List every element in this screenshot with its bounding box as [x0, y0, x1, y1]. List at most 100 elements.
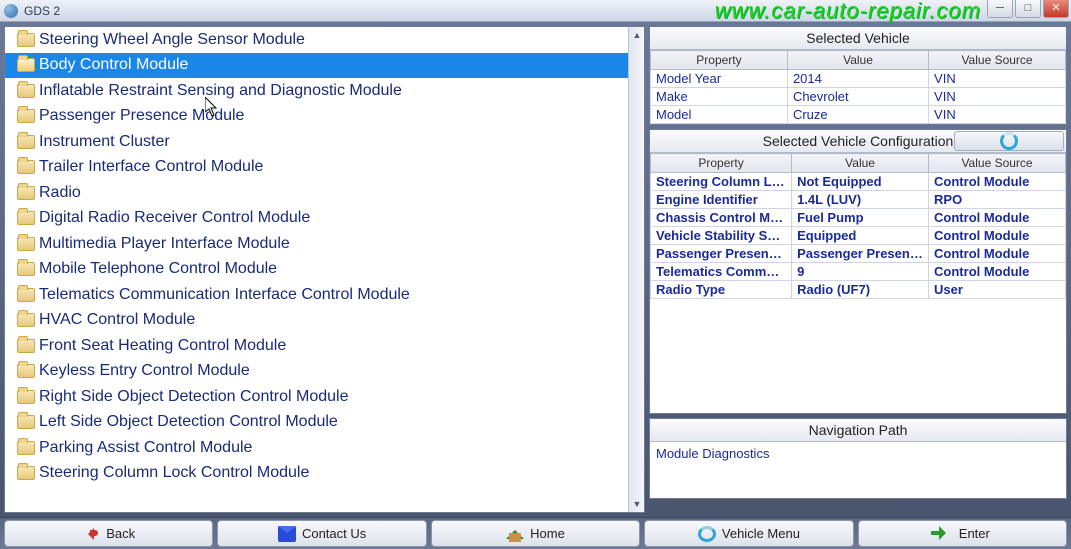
cell-property: Make — [651, 88, 788, 106]
back-button[interactable]: Back — [4, 520, 213, 547]
vertical-scrollbar[interactable]: ▲ ▼ — [628, 27, 644, 512]
table-row[interactable]: Engine Identifier1.4L (LUV)RPO — [651, 191, 1066, 209]
module-item[interactable]: Body Control Module — [5, 53, 628, 79]
table-row[interactable]: Steering Column Lo...Not EquippedControl… — [651, 173, 1066, 191]
table-row[interactable]: Model Year2014VIN — [651, 70, 1066, 88]
table-row[interactable]: ModelCruzeVIN — [651, 106, 1066, 124]
folder-icon — [17, 415, 35, 429]
table-row[interactable]: Passenger Presenc...Passenger Presenc...… — [651, 245, 1066, 263]
watermark-text: www.car-auto-repair.com — [715, 0, 981, 24]
module-label: Parking Assist Control Module — [39, 439, 252, 457]
contact-us-button[interactable]: Contact Us — [217, 520, 426, 547]
module-item[interactable]: Multimedia Player Interface Module — [5, 231, 628, 257]
module-item[interactable]: Telematics Communication Interface Contr… — [5, 282, 628, 308]
table-row[interactable]: MakeChevroletVIN — [651, 88, 1066, 106]
navigation-header: Navigation Path — [650, 419, 1066, 442]
cell-value: 9 — [792, 263, 929, 281]
module-label: HVAC Control Module — [39, 311, 195, 329]
cell-property: Steering Column Lo... — [651, 173, 792, 191]
back-label: Back — [106, 526, 135, 541]
module-item[interactable]: Inflatable Restraint Sensing and Diagnos… — [5, 78, 628, 104]
enter-button[interactable]: Enter — [858, 520, 1067, 547]
cell-source: Control Module — [929, 209, 1066, 227]
minimize-button[interactable]: ─ — [987, 0, 1013, 18]
cell-value: Fuel Pump — [792, 209, 929, 227]
refresh-icon — [1000, 132, 1018, 150]
module-item[interactable]: Keyless Entry Control Module — [5, 359, 628, 385]
module-label: Steering Column Lock Control Module — [39, 464, 309, 482]
cell-property: Vehicle Stability Sys... — [651, 227, 792, 245]
module-label: Steering Wheel Angle Sensor Module — [39, 31, 305, 49]
module-label: Multimedia Player Interface Module — [39, 235, 290, 253]
module-item[interactable]: Parking Assist Control Module — [5, 435, 628, 461]
module-label: Mobile Telephone Control Module — [39, 260, 277, 278]
table-row[interactable]: Chassis Control Mo...Fuel PumpControl Mo… — [651, 209, 1066, 227]
module-list-panel: Steering Wheel Angle Sensor Module Body C… — [4, 26, 645, 513]
cell-source: VIN — [929, 88, 1066, 106]
scroll-down-icon[interactable]: ▼ — [629, 496, 645, 512]
col-property: Property — [651, 51, 788, 70]
cell-property: Model Year — [651, 70, 788, 88]
scroll-up-icon[interactable]: ▲ — [629, 27, 645, 43]
back-icon — [82, 526, 100, 542]
table-row[interactable]: Telematics Commun...9Control Module — [651, 263, 1066, 281]
folder-icon — [17, 237, 35, 251]
table-row[interactable]: Vehicle Stability Sys...EquippedControl … — [651, 227, 1066, 245]
module-item[interactable]: Steering Column Lock Control Module — [5, 461, 628, 487]
cell-property: Radio Type — [651, 281, 792, 299]
folder-icon — [17, 441, 35, 455]
navigation-panel: Navigation Path Module Diagnostics — [649, 418, 1067, 499]
module-item[interactable]: Mobile Telephone Control Module — [5, 257, 628, 283]
vehicle-menu-label: Vehicle Menu — [722, 526, 800, 541]
folder-icon — [17, 84, 35, 98]
module-item[interactable]: Instrument Cluster — [5, 129, 628, 155]
refresh-button[interactable] — [954, 131, 1064, 151]
navigation-path: Module Diagnostics — [650, 442, 1066, 498]
module-label: Telematics Communication Interface Contr… — [39, 286, 410, 304]
home-button[interactable]: Home — [431, 520, 640, 547]
cell-value: Radio (UF7) — [792, 281, 929, 299]
vehicle-config-panel: Selected Vehicle Configuration Property … — [649, 129, 1067, 414]
window-buttons: ─ □ ✕ — [985, 0, 1069, 18]
folder-icon — [17, 390, 35, 404]
vehicle-config-title: Selected Vehicle Configuration — [763, 133, 954, 149]
module-item[interactable]: HVAC Control Module — [5, 308, 628, 334]
folder-icon — [17, 160, 35, 174]
module-item[interactable]: Radio — [5, 180, 628, 206]
col-property: Property — [651, 154, 792, 173]
module-item[interactable]: Trailer Interface Control Module — [5, 155, 628, 181]
vehicle-menu-button[interactable]: Vehicle Menu — [644, 520, 853, 547]
module-item[interactable]: Steering Wheel Angle Sensor Module — [5, 27, 628, 53]
table-row[interactable]: Radio TypeRadio (UF7)User — [651, 281, 1066, 299]
module-label: Inflatable Restraint Sensing and Diagnos… — [39, 82, 402, 100]
module-item[interactable]: Digital Radio Receiver Control Module — [5, 206, 628, 232]
cell-source: VIN — [929, 70, 1066, 88]
module-item[interactable]: Right Side Object Detection Control Modu… — [5, 384, 628, 410]
module-list: Steering Wheel Angle Sensor Module Body C… — [5, 27, 628, 486]
cell-source: Control Module — [929, 245, 1066, 263]
module-scroll[interactable]: Steering Wheel Angle Sensor Module Body C… — [5, 27, 628, 512]
cell-source: Control Module — [929, 173, 1066, 191]
window-title: GDS 2 — [24, 4, 60, 18]
right-panel: Selected Vehicle Property Value Value So… — [649, 26, 1067, 513]
folder-icon — [17, 313, 35, 327]
folder-icon — [17, 186, 35, 200]
cell-property: Engine Identifier — [651, 191, 792, 209]
cell-property: Telematics Commun... — [651, 263, 792, 281]
folder-icon — [17, 135, 35, 149]
cell-source: Control Module — [929, 263, 1066, 281]
cell-source: RPO — [929, 191, 1066, 209]
folder-icon — [17, 109, 35, 123]
module-item[interactable]: Left Side Object Detection Control Modul… — [5, 410, 628, 436]
cell-value: 2014 — [787, 70, 928, 88]
module-item[interactable]: Front Seat Heating Control Module — [5, 333, 628, 359]
close-button[interactable]: ✕ — [1043, 0, 1069, 18]
cell-value: Cruze — [787, 106, 928, 124]
folder-icon — [17, 339, 35, 353]
enter-icon — [935, 526, 953, 542]
maximize-button[interactable]: □ — [1015, 0, 1041, 18]
selected-vehicle-table: Property Value Value Source Model Year20… — [650, 50, 1066, 124]
module-item[interactable]: Passenger Presence Module — [5, 104, 628, 130]
module-label: Digital Radio Receiver Control Module — [39, 209, 310, 227]
cell-source: VIN — [929, 106, 1066, 124]
